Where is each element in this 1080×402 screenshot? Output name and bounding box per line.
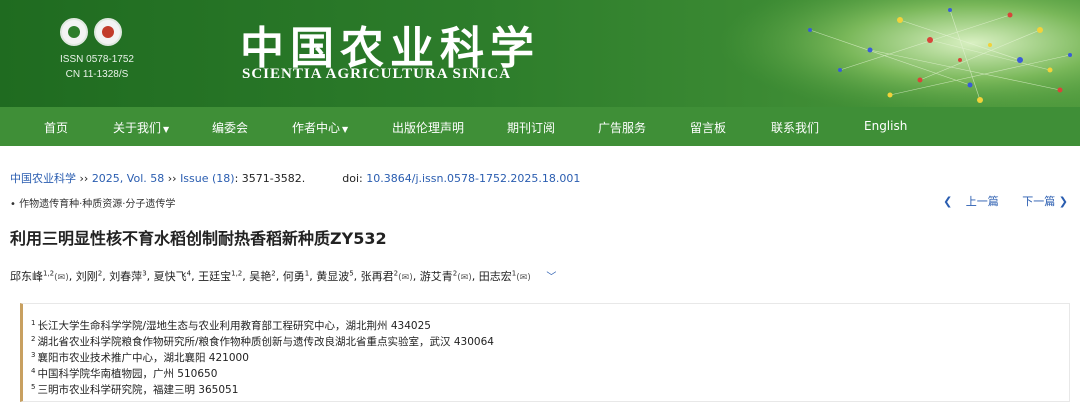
affiliation-item: 4 中国科学院华南植物园，广州 510650 (31, 366, 218, 381)
author[interactable]: 夏快飞4 (154, 269, 191, 283)
nav-contact[interactable]: 联系我们 (771, 119, 819, 136)
prev-article-link[interactable]: ❮ 上一篇 (943, 195, 999, 208)
mail-icon[interactable]: (✉) (516, 273, 531, 283)
author[interactable]: 游艾青2(✉) (420, 269, 472, 283)
mail-icon[interactable]: (✉) (457, 273, 472, 283)
article-category: • 作物遗传育种·种质资源·分子遗传学 (10, 199, 176, 210)
doi-link[interactable]: 10.3864/j.issn.0578-1752.2025.18.001 (366, 172, 580, 185)
prev-article-label: 上一篇 (965, 195, 999, 208)
affiliation-item: 5 三明市农业科学研究院，福建三明 365051 (31, 382, 239, 397)
breadcrumb-separator: ›› (79, 172, 89, 185)
affiliation-item: 1 长江大学生命科学学院/湿地生态与农业利用教育部工程研究中心，湖北荆州 4340… (31, 318, 431, 333)
author[interactable]: 张再君2(✉) (361, 269, 413, 283)
author[interactable]: 刘春萍3 (109, 269, 146, 283)
page-range: : 3571-3582. (234, 172, 306, 185)
nav-home[interactable]: 首页 (44, 119, 68, 136)
issn-info: ISSN 0578-1752 CN 11-1328/S (55, 52, 139, 82)
society-logo (94, 18, 122, 46)
affiliation-item: 3 襄阳市农业技术推广中心，湖北襄阳 421000 (31, 350, 249, 365)
network-illustration (720, 0, 1080, 107)
nav-editorial-board[interactable]: 编委会 (212, 119, 248, 136)
affiliation-item: 2 湖北省农业科学院粮食作物研究所/粮食作物种质创新与遗传改良湖北省重点实验室，武… (31, 334, 494, 349)
affiliations-panel: 1 长江大学生命科学学院/湿地生态与农业利用教育部工程研究中心，湖北荆州 4340… (20, 303, 1070, 402)
chevron-down-icon: ▼ (342, 125, 349, 134)
nav-advertising[interactable]: 广告服务 (598, 119, 646, 136)
nav-about[interactable]: 关于我们 ▼ (113, 119, 169, 136)
nav-ethics[interactable]: 出版伦理声明 (392, 119, 464, 136)
main-nav: 首页 关于我们 ▼ 编委会 作者中心 ▼ 出版伦理声明 期刊订阅 广告服务 留言板 … (0, 107, 1080, 146)
cn-number: CN 11-1328/S (65, 69, 129, 80)
breadcrumb-separator: ›› (167, 172, 177, 185)
author[interactable]: 王廷宝1,2 (198, 269, 242, 283)
author-list: 邱东峰1,2(✉), 刘刚2, 刘春萍3, 夏快飞4, 王廷宝1,2, 吴艳2,… (10, 269, 557, 283)
issn-number: ISSN 0578-1752 (60, 54, 134, 65)
author[interactable]: 黄显波5 (316, 269, 353, 283)
nav-message-board[interactable]: 留言板 (690, 119, 726, 136)
author[interactable]: 邱东峰1,2(✉) (10, 269, 69, 283)
nav-author-center-label: 作者中心 (292, 121, 341, 135)
caas-logo (60, 18, 88, 46)
author[interactable]: 何勇1 (283, 269, 309, 283)
mail-icon[interactable]: (✉) (398, 273, 413, 283)
article-pager: ❮ 上一篇 下一篇 ❯ (933, 193, 1068, 209)
chevron-down-icon[interactable]: ﹀ (546, 272, 556, 283)
journal-banner: ISSN 0578-1752 CN 11-1328/S 中国农业科学 SCIEN… (0, 0, 1080, 107)
journal-title-en: SCIENTIA AGRICULTURA SINICA (242, 66, 512, 82)
author[interactable]: 吴艳2 (249, 269, 275, 283)
journal-link[interactable]: 中国农业科学 (10, 172, 76, 185)
author[interactable]: 刘刚2 (76, 269, 102, 283)
nav-subscription[interactable]: 期刊订阅 (507, 119, 555, 136)
mail-icon[interactable]: (✉) (54, 273, 69, 283)
volume-link[interactable]: 2025, Vol. 58 (92, 172, 164, 185)
chevron-down-icon: ▼ (163, 125, 170, 134)
nav-author-center[interactable]: 作者中心 ▼ (292, 119, 348, 136)
issue-link[interactable]: Issue (18) (180, 172, 235, 185)
author[interactable]: 田志宏1(✉) (479, 269, 531, 283)
citation-line: 中国农业科学 ›› 2025, Vol. 58 ›› Issue (18): 3… (10, 170, 580, 186)
article-title: 利用三明显性核不育水稻创制耐热香稻新种质ZY532 (10, 229, 387, 248)
logo-group (60, 18, 122, 46)
next-article-label: 下一篇 (1022, 195, 1056, 208)
nav-about-label: 关于我们 (113, 121, 162, 135)
nav-english[interactable]: English (864, 119, 907, 133)
next-article-link[interactable]: 下一篇 ❯ (1012, 195, 1068, 208)
doi-label: doi: (342, 172, 363, 185)
